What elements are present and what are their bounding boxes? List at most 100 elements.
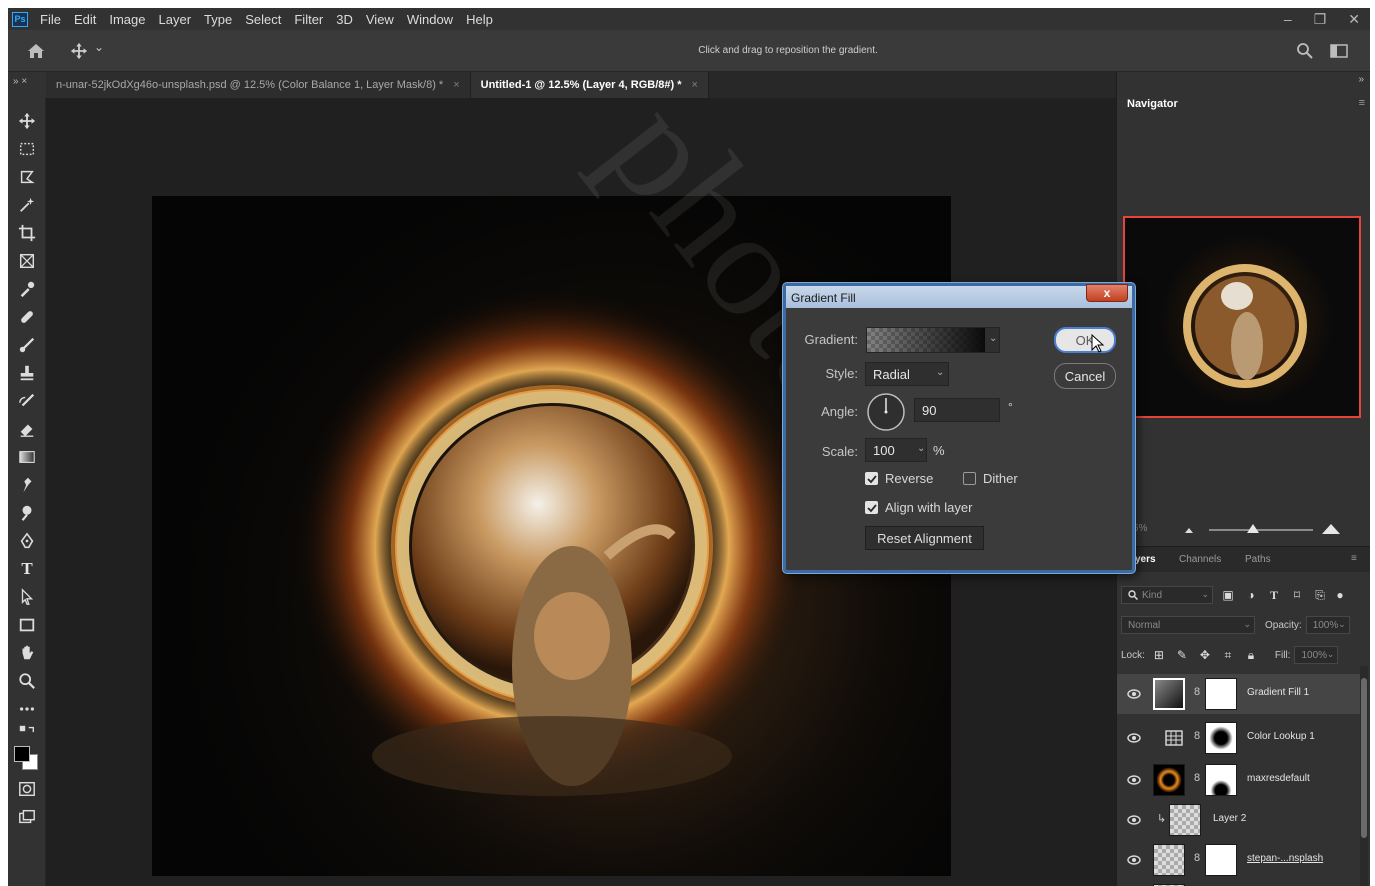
menu-layer[interactable]: Layer [159,12,192,27]
clone-stamp-tool-icon[interactable] [16,362,38,384]
type-filter-icon[interactable]: T [1266,587,1282,603]
swap-colors-icon[interactable] [16,722,38,744]
eye-icon[interactable] [1127,854,1141,866]
menu-select[interactable]: Select [245,12,281,27]
search-icon[interactable] [1296,42,1314,60]
pixel-filter-icon[interactable]: ▣ [1220,587,1236,603]
gradient-preview-swatch[interactable] [867,328,985,352]
navigator-title[interactable]: Navigator [1127,98,1178,110]
adjustment-filter-icon[interactable]: ◑ [1243,587,1259,603]
eraser-tool-icon[interactable] [16,418,38,440]
history-brush-tool-icon[interactable] [16,390,38,412]
layer-name[interactable]: stepan-...nsplash [1247,853,1323,864]
crop-tool-icon[interactable] [16,222,38,244]
zoom-tool-icon[interactable] [16,670,38,692]
angle-field[interactable]: 90 [914,398,1000,422]
ok-button[interactable]: OK [1054,327,1116,353]
healing-brush-tool-icon[interactable] [16,306,38,328]
more-tools-icon[interactable] [16,698,38,720]
tab-channels[interactable]: Channels [1179,554,1221,565]
layer-mask-thumbnail[interactable] [1205,764,1237,796]
restore-button[interactable]: ❐ [1314,11,1327,28]
smart-object-filter-icon[interactable]: ⎘ [1312,587,1328,603]
blend-mode-select[interactable]: Normal ⌄ [1121,616,1255,634]
filter-toggle-icon[interactable]: ● [1335,587,1345,603]
dialog-titlebar[interactable]: Gradient Fill x [786,284,1132,308]
lasso-tool-icon[interactable] [16,166,38,188]
lock-all-icon[interactable]: 🔒︎ [1243,647,1259,663]
tab-layers[interactable]: yers [1135,554,1156,565]
pen-tool-icon[interactable] [16,530,38,552]
eye-icon[interactable] [1127,688,1141,700]
hand-tool-icon[interactable] [16,642,38,664]
smudge-tool-icon[interactable] [16,474,38,496]
tab-psd-document[interactable]: n-unar-52jkOdXg46o-unsplash.psd @ 12.5% … [46,72,471,98]
layer-row[interactable]: 8 stepan-...nsplash [1117,840,1363,880]
layer-mask-thumbnail[interactable] [1205,678,1237,710]
layer-mask-thumbnail[interactable] [1205,722,1237,754]
type-tool-icon[interactable]: T [16,558,38,580]
gradient-tool-icon[interactable] [16,446,38,468]
layer-name[interactable]: maxresdefault [1247,773,1310,784]
menu-file[interactable]: File [40,12,61,27]
move-tool-icon[interactable] [16,110,38,132]
gradient-picker[interactable]: ⌄ [866,327,1000,353]
navigator-menu-icon[interactable]: ≡ [1359,97,1365,109]
angle-dial-icon[interactable] [866,392,906,432]
lock-transparent-icon[interactable]: ⊞ [1151,647,1167,663]
frame-tool-icon[interactable] [16,250,38,272]
tab-untitled-1[interactable]: Untitled-1 @ 12.5% (Layer 4, RGB/8#) * × [470,72,709,98]
dialog-close-button[interactable]: x [1086,284,1128,302]
toolbar-collapse[interactable]: » × [8,72,46,98]
workspace-icon[interactable] [1330,43,1348,59]
navigator-preview[interactable] [1123,216,1361,418]
menu-3d[interactable]: 3D [336,12,353,27]
quick-mask-icon[interactable] [16,778,38,800]
filter-kind-select[interactable]: Kind ⌄ [1121,586,1213,604]
layer-row[interactable] [1117,880,1363,886]
eye-icon[interactable] [1127,774,1141,786]
marquee-tool-icon[interactable] [16,138,38,160]
layer-name[interactable]: Gradient Fill 1 [1247,687,1309,698]
layers-menu-icon[interactable]: ≡ [1351,553,1357,564]
zoom-slider[interactable] [1209,529,1313,531]
tab-paths[interactable]: Paths [1245,554,1271,565]
path-selection-tool-icon[interactable] [16,586,38,608]
layer-row[interactable]: 8 maxresdefault [1117,760,1363,800]
dither-checkbox[interactable] [963,472,976,485]
menu-view[interactable]: View [366,12,394,27]
layer-name[interactable]: Layer 2 [1213,813,1246,824]
opacity-field[interactable]: 100% ⌄ [1305,616,1350,634]
menu-filter[interactable]: Filter [294,12,323,27]
eye-icon[interactable] [1127,732,1141,744]
lock-position-icon[interactable]: ✥ [1197,647,1213,663]
menu-help[interactable]: Help [466,12,493,27]
zoom-in-icon[interactable] [1321,523,1341,535]
zoom-slider-thumb[interactable] [1247,524,1259,533]
cancel-button[interactable]: Cancel [1054,363,1116,389]
reset-alignment-button[interactable]: Reset Alignment [865,526,984,550]
move-tool-options[interactable]: ⌄ [70,40,110,62]
layer-row[interactable]: ↳ Layer 2 [1117,800,1363,840]
eye-icon[interactable] [1127,814,1141,826]
lock-artboard-icon[interactable]: ⌗ [1220,647,1236,663]
close-icon[interactable]: × [453,79,459,91]
scale-chevron-down-icon[interactable]: ⌄ [917,443,925,454]
layer-scrollbar[interactable] [1360,666,1368,886]
eyedropper-tool-icon[interactable] [16,278,38,300]
layer-row[interactable]: 8 Color Lookup 1 [1117,718,1363,758]
zoom-percent[interactable]: 5% [1133,523,1147,534]
magic-wand-tool-icon[interactable] [16,194,38,216]
chevron-down-icon[interactable]: ⌄ [989,333,997,344]
panel-collapse-icon[interactable]: » [1358,74,1364,85]
close-icon[interactable]: × [691,79,697,91]
brush-tool-icon[interactable] [16,334,38,356]
layer-mask-thumbnail[interactable] [1205,844,1237,876]
close-window-button[interactable]: ✕ [1348,11,1360,28]
reverse-checkbox[interactable] [865,472,878,485]
menu-type[interactable]: Type [204,12,232,27]
layer-name[interactable]: Color Lookup 1 [1247,731,1315,742]
menu-window[interactable]: Window [407,12,453,27]
menu-image[interactable]: Image [109,12,145,27]
dodge-tool-icon[interactable] [16,502,38,524]
